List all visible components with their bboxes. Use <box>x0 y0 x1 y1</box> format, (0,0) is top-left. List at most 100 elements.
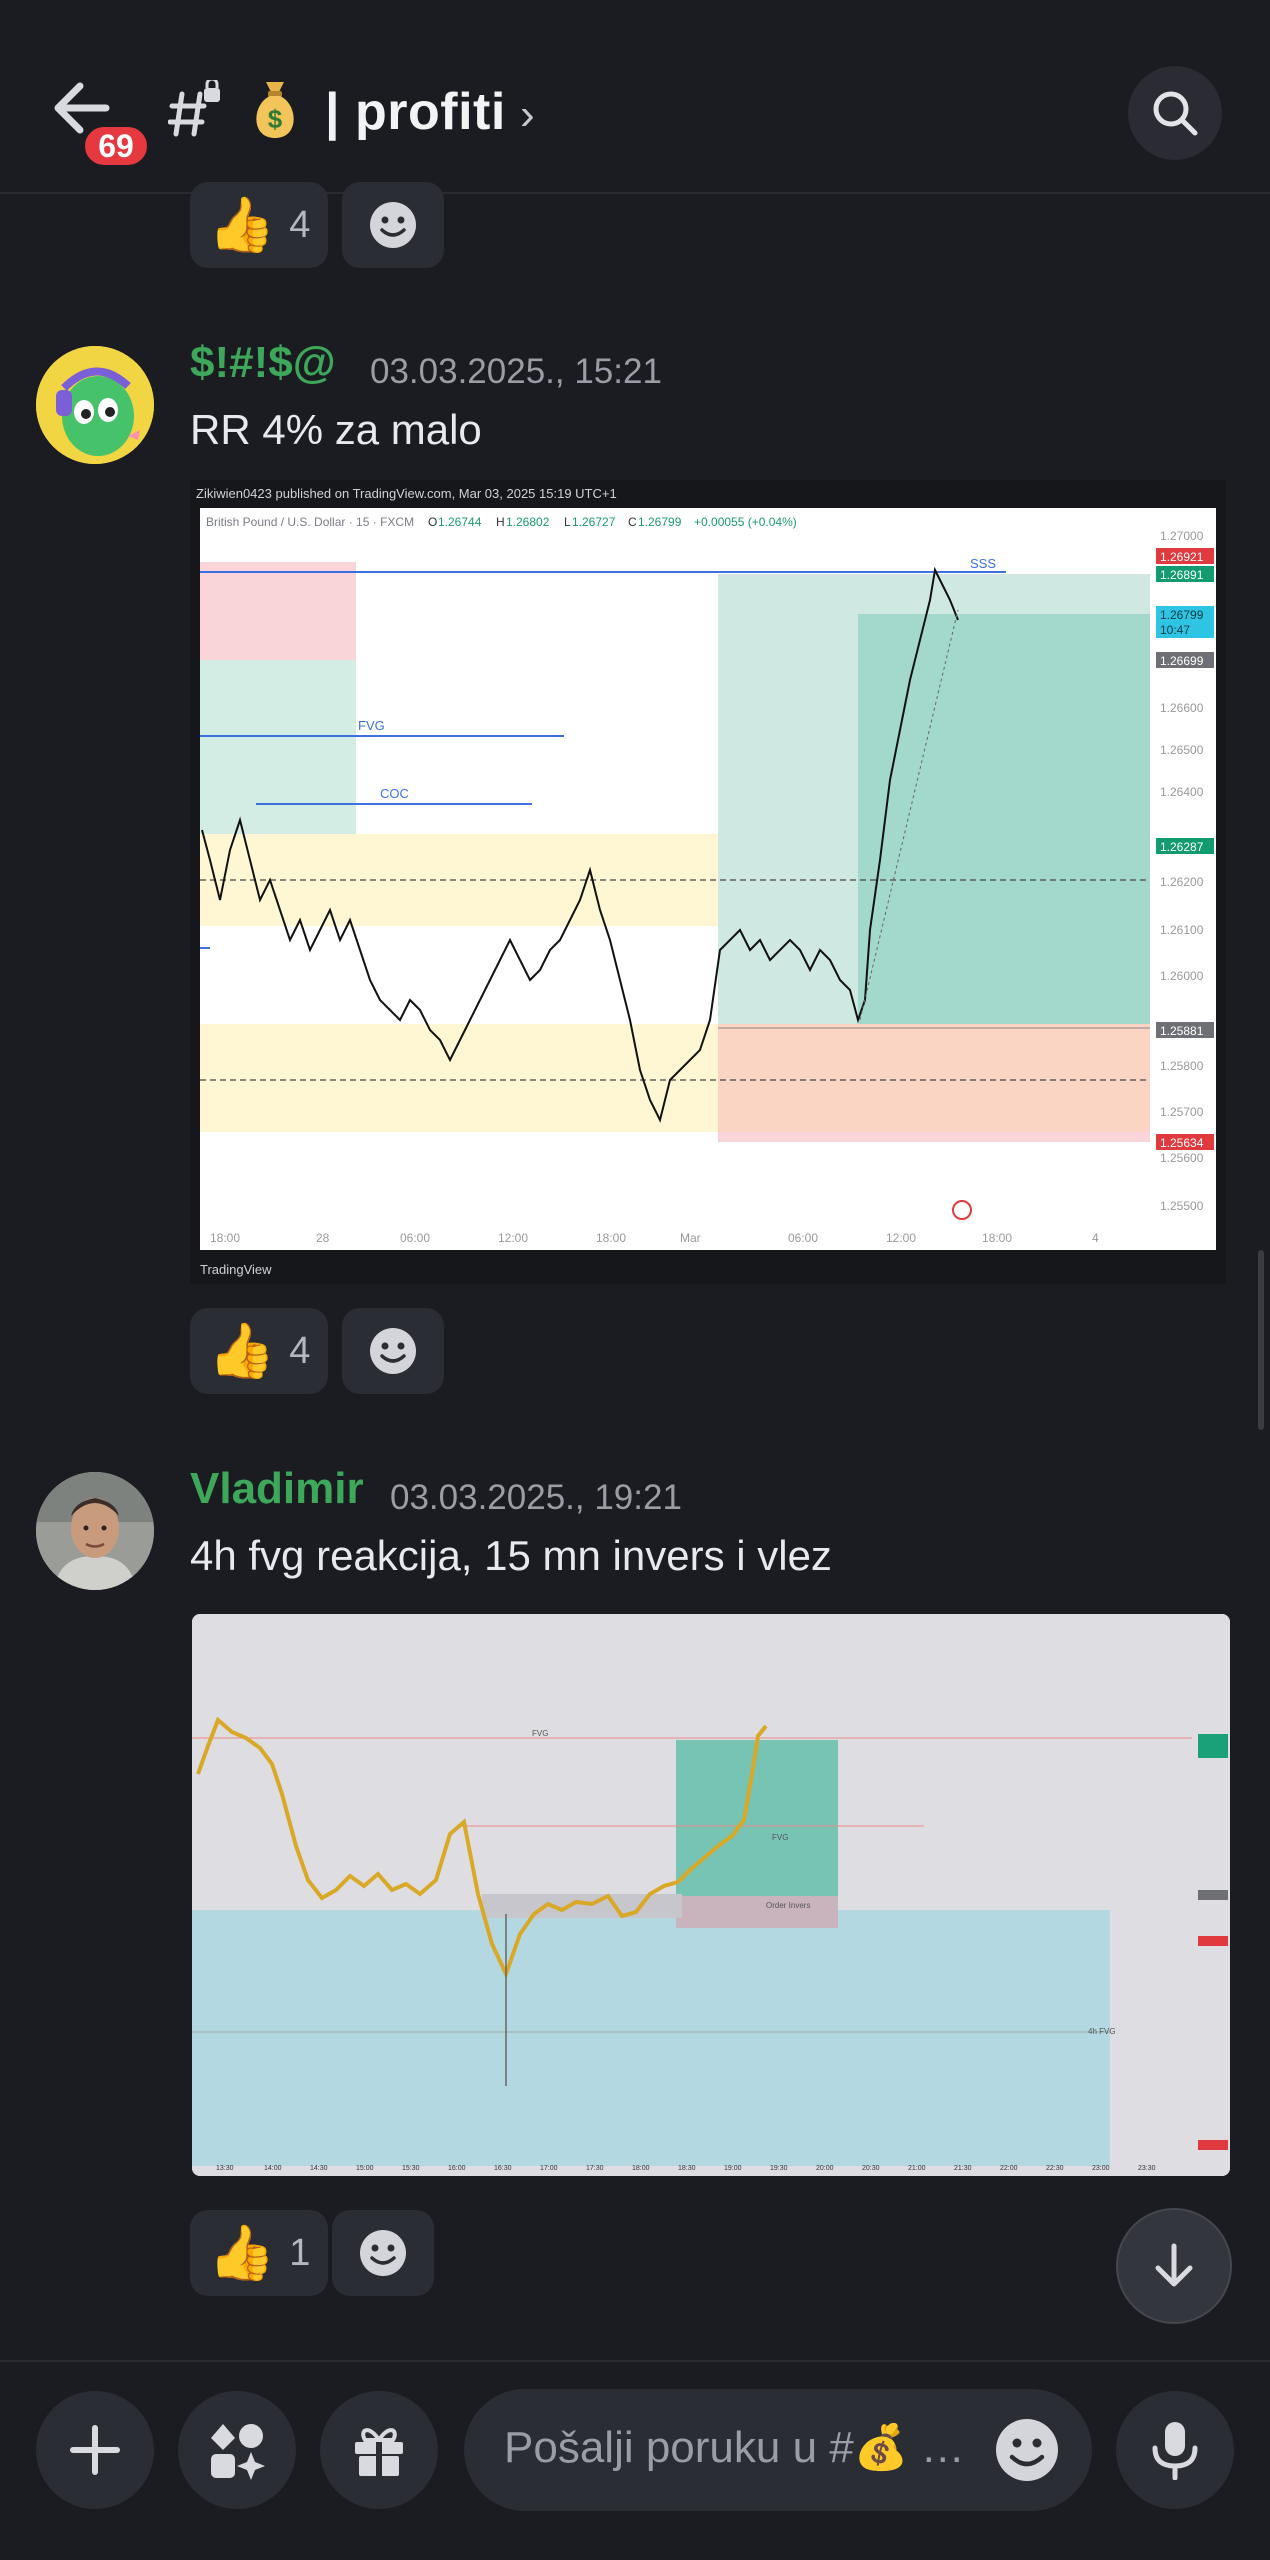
svg-text:19:00: 19:00 <box>724 2165 742 2172</box>
thumbs-up-icon: 👍 <box>208 195 276 255</box>
svg-text:1.26891: 1.26891 <box>1160 568 1204 582</box>
smiley-icon <box>996 2419 1058 2481</box>
chart-symbol-line: British Pound / U.S. Dollar · 15 · FXCM <box>206 515 414 529</box>
svg-text:1.26287: 1.26287 <box>1160 840 1204 854</box>
add-reaction-button[interactable] <box>332 2210 434 2296</box>
svg-text:12:00: 12:00 <box>886 1231 916 1245</box>
svg-text:21:30: 21:30 <box>954 2165 972 2172</box>
apps-icon <box>211 2424 265 2480</box>
unread-badge: 69 <box>80 122 152 170</box>
svg-text:1.25600: 1.25600 <box>1160 1151 1204 1165</box>
locked-channel-hash-icon <box>167 77 222 140</box>
svg-text:1.26000: 1.26000 <box>1160 969 1204 983</box>
smiley-icon <box>370 1328 416 1374</box>
svg-text:22:30: 22:30 <box>1046 2165 1064 2172</box>
svg-text:1.27000: 1.27000 <box>1160 529 1204 543</box>
message-author[interactable]: Vladimir <box>190 1464 364 1514</box>
svg-text:1.25800: 1.25800 <box>1160 1059 1204 1073</box>
message-author[interactable]: $!#!$@ <box>190 338 336 388</box>
search-icon <box>1153 91 1198 136</box>
svg-text:1.26400: 1.26400 <box>1160 785 1204 799</box>
thumbs-up-icon: 👍 <box>208 2223 276 2283</box>
avatar[interactable] <box>36 1472 154 1590</box>
reaction-thumbs-up[interactable]: 👍 4 <box>190 182 329 268</box>
svg-text:10:47: 10:47 <box>1160 623 1190 637</box>
svg-text:15:00: 15:00 <box>356 2165 374 2172</box>
svg-text:L: L <box>564 515 571 529</box>
jump-to-latest-button[interactable] <box>1116 2208 1232 2324</box>
svg-text:1.25700: 1.25700 <box>1160 1105 1204 1119</box>
chart-image-usdcad[interactable]: FVG FVG Order Invers 4h FVG 13:30 14:00 … <box>192 1614 1230 2176</box>
svg-text:06:00: 06:00 <box>788 1231 818 1245</box>
reaction-count: 4 <box>289 203 311 246</box>
chart-image-gbpusd[interactable]: Zikiwien0423 published on TradingView.co… <box>190 480 1226 1284</box>
svg-text:18:00: 18:00 <box>982 1231 1012 1245</box>
voice-message-button[interactable] <box>1116 2391 1234 2509</box>
svg-text:1.26799: 1.26799 <box>1160 608 1204 622</box>
tradingview-footer: TradingView <box>200 1262 272 1277</box>
message-text: RR 4% za malo <box>190 406 482 453</box>
reaction-thumbs-up[interactable]: 👍 4 <box>190 1308 329 1394</box>
svg-text:18:30: 18:30 <box>678 2165 696 2172</box>
svg-text:12:00: 12:00 <box>498 1231 528 1245</box>
svg-text:H: H <box>496 515 505 529</box>
svg-text:1.25634: 1.25634 <box>1160 1136 1204 1150</box>
svg-text:Mar: Mar <box>680 1231 701 1245</box>
svg-text:16:00: 16:00 <box>448 2165 466 2172</box>
svg-text:06:00: 06:00 <box>400 1231 430 1245</box>
svg-text:23:00: 23:00 <box>1092 2165 1110 2172</box>
svg-text:20:00: 20:00 <box>816 2165 834 2172</box>
channel-title[interactable]: | profiti <box>325 82 506 142</box>
reaction-count: 1 <box>289 2231 311 2274</box>
chart-label-order-invers: Order Invers <box>766 1901 810 1910</box>
avatar[interactable] <box>36 346 154 464</box>
svg-text:18:00: 18:00 <box>210 1231 240 1245</box>
message-timestamp: 03.03.2025., 15:21 <box>370 352 662 391</box>
svg-text:17:30: 17:30 <box>586 2165 604 2172</box>
arrow-down-icon <box>1155 2243 1193 2287</box>
message-composer[interactable] <box>464 2389 1092 2511</box>
gift-button[interactable] <box>320 2391 438 2509</box>
svg-text:23:30: 23:30 <box>1138 2165 1156 2172</box>
svg-text:O: O <box>428 515 437 529</box>
svg-text:15:30: 15:30 <box>402 2165 420 2172</box>
svg-text:1.26802: 1.26802 <box>506 515 550 529</box>
svg-text:20:30: 20:30 <box>862 2165 880 2172</box>
svg-text:18:00: 18:00 <box>632 2165 650 2172</box>
svg-text:1.26799: 1.26799 <box>638 515 682 529</box>
chart-header-line: Zikiwien0423 published on TradingView.co… <box>196 486 617 501</box>
message-input[interactable] <box>504 2423 964 2473</box>
svg-text:14:30: 14:30 <box>310 2165 328 2172</box>
svg-text:1.26921: 1.26921 <box>1160 550 1204 564</box>
svg-text:1.25881: 1.25881 <box>1160 1024 1204 1038</box>
svg-text:+0.00055 (+0.04%): +0.00055 (+0.04%) <box>694 515 797 529</box>
add-reaction-button[interactable] <box>342 182 444 268</box>
plus-icon <box>70 2425 120 2475</box>
money-bag-icon: $ <box>248 78 302 142</box>
chart-label-fvg-a: FVG <box>532 1729 548 1738</box>
svg-text:18:00: 18:00 <box>596 1231 626 1245</box>
search-button[interactable] <box>1128 66 1222 160</box>
emoji-picker-button[interactable] <box>994 2417 1060 2483</box>
svg-text:16:30: 16:30 <box>494 2165 512 2172</box>
svg-text:1.26200: 1.26200 <box>1160 875 1204 889</box>
svg-text:13:30: 13:30 <box>216 2165 234 2172</box>
svg-text:17:00: 17:00 <box>540 2165 558 2172</box>
svg-text:4: 4 <box>1092 1231 1099 1245</box>
scrollbar[interactable] <box>1258 1250 1264 1430</box>
add-reaction-button[interactable] <box>342 1308 444 1394</box>
svg-text:21:00: 21:00 <box>908 2165 926 2172</box>
svg-text:14:00: 14:00 <box>264 2165 282 2172</box>
attach-button[interactable] <box>36 2391 154 2509</box>
chart-label-fvg: FVG <box>358 718 385 733</box>
reaction-count: 4 <box>289 1329 311 1372</box>
chevron-right-icon[interactable]: › <box>520 90 535 140</box>
chart-label-fvg-b: FVG <box>772 1833 788 1842</box>
svg-text:1.26699: 1.26699 <box>1160 654 1204 668</box>
gift-icon <box>355 2428 403 2476</box>
chart-label-4h-fvg: 4h FVG <box>1088 2027 1116 2036</box>
svg-text:1.26100: 1.26100 <box>1160 923 1204 937</box>
apps-button[interactable] <box>178 2391 296 2509</box>
svg-text:1.26500: 1.26500 <box>1160 743 1204 757</box>
reaction-thumbs-up[interactable]: 👍 1 <box>190 2210 329 2296</box>
